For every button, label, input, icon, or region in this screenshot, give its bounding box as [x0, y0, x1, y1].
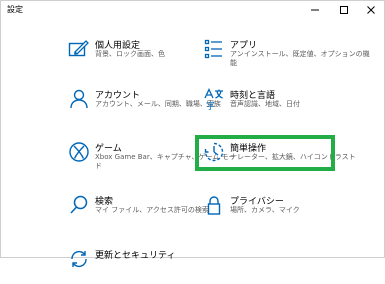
personalization-icon	[68, 40, 89, 57]
tile-title: 更新とセキュリティ	[95, 251, 176, 261]
tile-description: 場所、カメラ、マイク	[230, 206, 300, 214]
maximize-button[interactable]	[333, 1, 355, 19]
title-bar: 設定	[1, 1, 384, 19]
account-icon	[70, 89, 88, 109]
tile-privacy[interactable]: プライバシー 場所、カメラ、マイク	[203, 194, 363, 230]
privacy-lock-icon	[207, 196, 221, 215]
tile-description: 音声認識、地域、日付	[230, 100, 300, 108]
time-language-icon: 字	[204, 88, 223, 110]
update-sync-icon	[71, 250, 87, 268]
minimize-button[interactable]	[304, 1, 326, 19]
tile-update-security[interactable]: 更新とセキュリティ	[68, 248, 228, 284]
close-icon	[367, 6, 375, 14]
maximize-icon	[340, 6, 348, 14]
tile-apps[interactable]: アプリ アンインストール、既定値、オプションの機能	[203, 38, 370, 74]
svg-text:字: 字	[206, 100, 215, 110]
tile-time-language[interactable]: 字 時刻と言語 音声認識、地域、日付	[203, 88, 363, 124]
gaming-icon	[69, 142, 89, 162]
minimize-icon	[311, 9, 319, 11]
tile-description: アンインストール、既定値、オプションの機能	[230, 50, 370, 67]
apps-icon	[204, 39, 222, 59]
window-title: 設定	[7, 5, 23, 14]
close-button[interactable]	[360, 1, 382, 19]
search-icon	[70, 195, 88, 214]
selection-highlight	[195, 135, 335, 171]
